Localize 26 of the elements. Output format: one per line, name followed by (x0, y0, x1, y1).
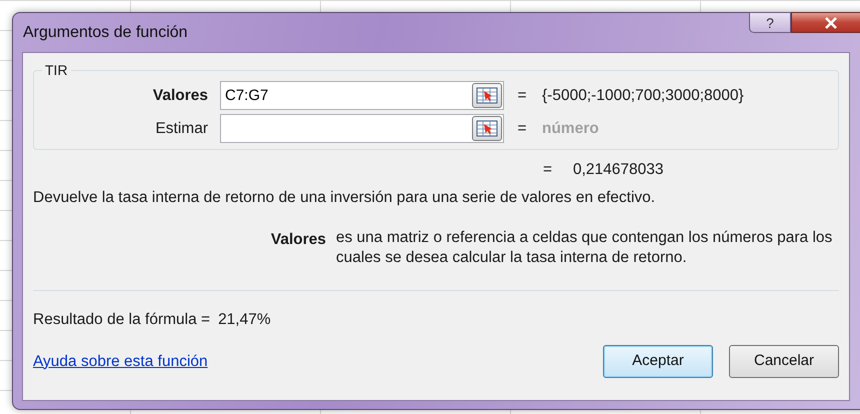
function-description: Devuelve la tasa interna de retorno de una inversión para una serie de valores en efectivo. (33, 188, 656, 208)
dialog-button[interactable]: Cancelar (729, 344, 839, 378)
argument-label: Valores (152, 86, 209, 106)
close-button[interactable] (791, 12, 860, 33)
argument-description: es una matriz o referencia a celdas que contengan los números para los cuales se desea calcular la tasa interna de retorno. (336, 228, 834, 268)
argument-name: Valores (270, 230, 327, 250)
equals-sign: = (516, 118, 528, 139)
function-result: 0,214678033 (573, 160, 664, 180)
help-link[interactable]: Ayuda sobre esta función (33, 350, 208, 373)
collapse-dialog-button[interactable] (472, 83, 502, 108)
range-select-icon (476, 120, 498, 137)
argument-label: Estimar (154, 118, 209, 139)
argument-field[interactable]: C7:G7 (220, 81, 504, 110)
help-button[interactable]: ? (749, 12, 791, 33)
argument-value: {-5000;-1000;700;3000;8000} (542, 86, 744, 106)
window-title: Argumentos de función (22, 22, 188, 42)
argument-field[interactable] (220, 114, 504, 143)
equals-sign: = (543, 160, 554, 180)
close-icon (824, 16, 838, 28)
range-select-icon (476, 87, 498, 104)
formula-result-label: Resultado de la fórmula = (33, 310, 210, 330)
argument-value: número (542, 118, 599, 139)
collapse-dialog-button[interactable] (472, 116, 502, 141)
equals-sign: = (516, 86, 528, 106)
dialog-button[interactable]: Aceptar (603, 344, 713, 378)
formula-result-value: 21,47% (218, 310, 271, 330)
